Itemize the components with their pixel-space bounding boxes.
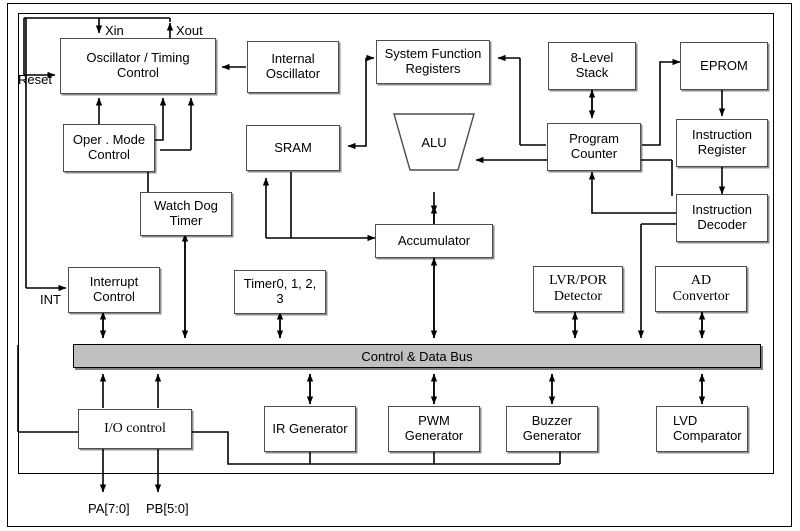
- block-pwm-generator[interactable]: PWM Generator: [388, 406, 480, 452]
- block-label-line1: Oscillator / Timing: [86, 50, 190, 66]
- block-label-line2: Detector: [553, 289, 603, 304]
- block-label-line2: Oscillator: [265, 66, 321, 81]
- block-oper-mode-control[interactable]: Oper . Mode Control: [63, 124, 155, 172]
- block-lvr-por-detector[interactable]: LVR/POR Detector: [533, 266, 623, 312]
- block-accumulator[interactable]: Accumulator: [375, 224, 493, 258]
- block-label-line1: Internal: [271, 51, 315, 67]
- block-label-line1: Instruction: [692, 127, 752, 143]
- block-watch-dog-timer[interactable]: Watch Dog Timer: [140, 192, 232, 236]
- block-label-line2: Decoder: [697, 217, 747, 232]
- pin-label-pb: PB[5:0]: [146, 501, 189, 516]
- block-timers[interactable]: Timer0, 1, 2, 3: [234, 270, 326, 314]
- block-label-line2: Registers: [405, 61, 461, 76]
- block-instruction-decoder[interactable]: Instruction Decoder: [676, 194, 768, 242]
- block-buzzer-generator[interactable]: Buzzer Generator: [506, 406, 598, 452]
- block-label-line1: System Function: [384, 46, 482, 62]
- block-label-line1: PWM: [418, 413, 450, 429]
- block-label-line2: Timer: [169, 213, 203, 228]
- block-label-line1: IR Generator: [272, 420, 348, 436]
- block-lvd-comparator[interactable]: LVD Comparator: [656, 406, 748, 452]
- block-internal-oscillator[interactable]: Internal Oscillator: [247, 41, 339, 93]
- block-label-line1: LVR/POR: [549, 272, 607, 288]
- pin-label-xin: Xin: [105, 23, 124, 38]
- block-label-line1: EPROM: [700, 57, 748, 73]
- block-program-counter[interactable]: Program Counter: [547, 123, 641, 171]
- block-instruction-register[interactable]: Instruction Register: [676, 119, 768, 167]
- block-label-line1: Program: [569, 131, 619, 147]
- block-label-line1: Instruction: [692, 202, 752, 218]
- pin-label-reset: Reset: [18, 72, 52, 87]
- block-ir-generator[interactable]: IR Generator: [264, 406, 356, 452]
- control-and-data-bus[interactable]: Control & Data Bus: [73, 344, 761, 368]
- block-label-line2: Generator: [404, 428, 464, 443]
- block-label-line2: Stack: [575, 65, 609, 80]
- block-8-level-stack[interactable]: 8-Level Stack: [548, 42, 636, 90]
- block-label-line1: Buzzer: [531, 413, 573, 429]
- block-sram[interactable]: SRAM: [246, 125, 340, 171]
- block-ad-convertor[interactable]: AD Convertor: [655, 266, 747, 312]
- block-label-line2: Counter: [570, 146, 618, 161]
- block-label-line1: Watch Dog: [154, 198, 218, 214]
- block-label-line1: Oper . Mode: [72, 132, 146, 148]
- block-interrupt-control[interactable]: Interrupt Control: [68, 267, 160, 313]
- block-label-line1: LVD: [673, 413, 698, 429]
- block-io-control[interactable]: I/O control: [78, 409, 192, 449]
- block-eprom[interactable]: EPROM: [680, 42, 768, 90]
- pin-label-pa: PA[7:0]: [88, 501, 130, 516]
- block-label-line2: Control: [88, 147, 130, 162]
- block-label-line2: Generator: [522, 428, 582, 443]
- block-label-line1: AD Convertor: [672, 272, 730, 304]
- pin-label-int: INT: [40, 292, 61, 307]
- block-label-line1: Timer0, 1, 2, 3: [243, 276, 317, 306]
- block-system-function-registers[interactable]: System Function Registers: [376, 40, 490, 84]
- block-label-line1: I/O control: [104, 420, 166, 436]
- block-label-line1: Accumulator: [397, 232, 471, 248]
- block-alu[interactable]: ALU: [392, 112, 476, 172]
- block-diagram-canvas: Oscillator / Timing Control Internal Oscil…: [0, 0, 800, 531]
- block-label-line1: SRAM: [274, 139, 312, 155]
- block-label-line2: Register: [697, 142, 747, 157]
- block-label-line2: Comparator: [673, 428, 742, 443]
- block-oscillator-timing-control[interactable]: Oscillator / Timing Control: [60, 38, 216, 94]
- block-label-line2: Control: [117, 65, 159, 80]
- block-label-line2: Control: [93, 289, 135, 304]
- block-label-line1: ALU: [421, 134, 447, 150]
- block-label-line1: 8-Level: [570, 50, 614, 66]
- pin-label-xout: Xout: [176, 23, 203, 38]
- block-label-line1: Interrupt: [89, 274, 139, 290]
- bus-label: Control & Data Bus: [361, 348, 473, 364]
